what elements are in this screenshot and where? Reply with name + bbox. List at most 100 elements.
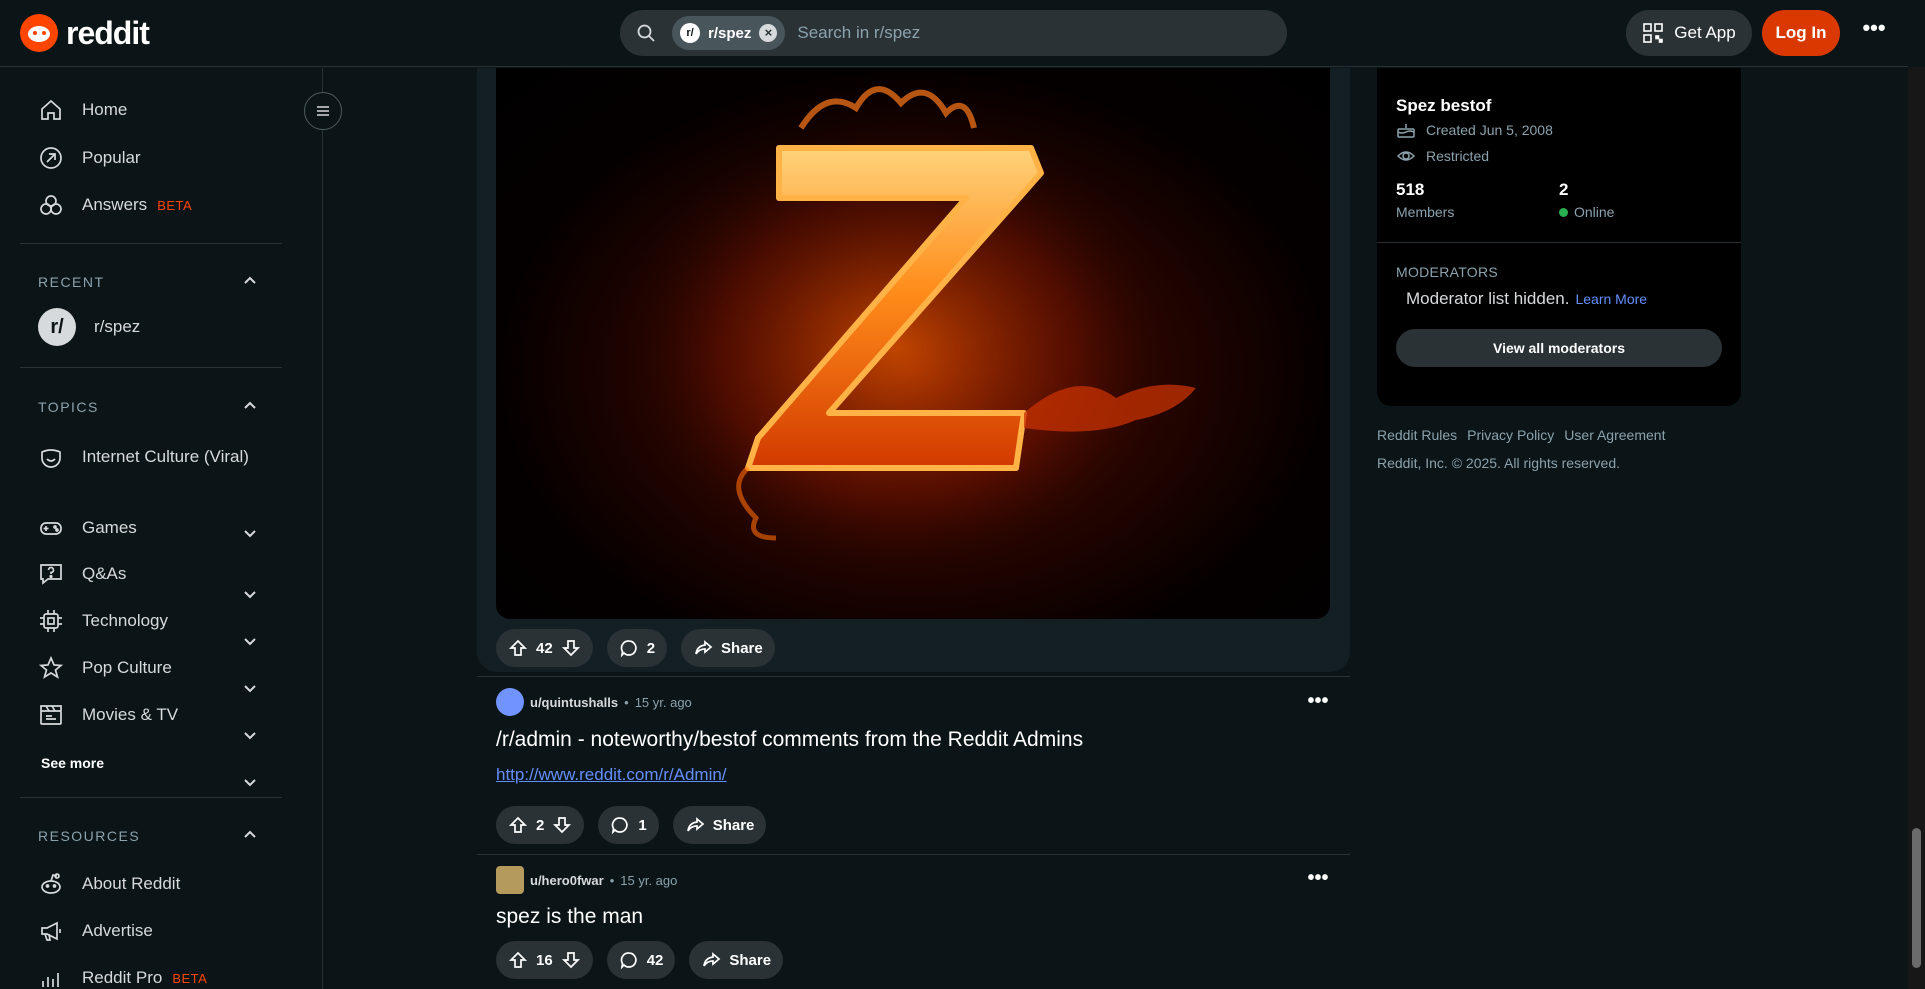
post-title[interactable]: /r/admin - noteworthy/bestof comments fr… [496, 728, 1083, 752]
meta-separator: • [609, 872, 615, 888]
share-label: Share [712, 816, 755, 834]
created-date: Created Jun 5, 2008 [1426, 122, 1553, 138]
resource-advertise[interactable]: Advertise [38, 918, 278, 944]
reddit-logo[interactable]: reddit [20, 14, 150, 52]
post-actions: 42 2 Share [496, 629, 775, 667]
search-bar[interactable]: r/ r/spez × [620, 10, 1287, 56]
reddit-snoo-icon [20, 14, 58, 52]
recent-item-spez[interactable]: r/ r/spez [38, 308, 278, 346]
learn-more-link[interactable]: Learn More [1575, 291, 1647, 307]
topic-games[interactable]: Games [38, 515, 278, 541]
logo-text: reddit [66, 14, 150, 51]
downvote-icon[interactable] [552, 815, 572, 835]
comments-button[interactable]: 42 [606, 941, 676, 979]
nav-popular-label: Popular [82, 148, 141, 167]
footer-link-privacy[interactable]: Privacy Policy [1467, 427, 1554, 443]
post-image[interactable] [496, 68, 1330, 619]
cake-icon [1397, 124, 1415, 138]
upvote-icon[interactable] [508, 815, 528, 835]
chevron-up-icon[interactable] [242, 827, 258, 843]
search-input[interactable] [797, 23, 1238, 43]
meta-separator: • [624, 694, 629, 710]
clear-scope-icon[interactable]: × [759, 24, 778, 42]
share-button[interactable]: Share [672, 806, 767, 844]
chevron-down-icon[interactable] [242, 680, 258, 696]
nav-home[interactable]: Home [38, 97, 278, 123]
post-time: 15 yr. ago [620, 872, 678, 888]
topics-section-title[interactable]: TOPICS [38, 399, 99, 415]
avatar[interactable] [496, 866, 524, 894]
login-button[interactable]: Log In [1762, 10, 1840, 56]
resources-section-title[interactable]: RESOURCES [38, 828, 140, 844]
share-icon [695, 640, 713, 655]
chevron-down-icon[interactable] [242, 774, 258, 790]
post-link[interactable]: http://www.reddit.com/r/Admin/ [496, 765, 727, 785]
topic-movies-tv[interactable]: Movies & TV [38, 702, 278, 728]
post-actions: 16 42 Share [496, 941, 784, 979]
post-title[interactable]: spez is the man [496, 905, 643, 929]
topic-technology[interactable]: Technology [38, 608, 278, 634]
upvote-icon[interactable] [508, 950, 528, 970]
online-status-dot [1559, 207, 1568, 217]
view-all-moderators-button[interactable]: View all moderators [1396, 329, 1722, 367]
community-name: Spez bestof [1396, 96, 1492, 115]
moderators-title: MODERATORS [1396, 264, 1499, 280]
community-status: Restricted [1426, 148, 1490, 164]
chevron-down-icon[interactable] [242, 727, 258, 743]
vote-pill: 2 [496, 806, 585, 844]
topic-internet-culture[interactable]: Internet Culture (Viral) [38, 444, 258, 470]
post-more-icon[interactable]: ••• [1306, 868, 1330, 895]
nav-answers[interactable]: Answers BETA [38, 192, 278, 218]
search-scope-chip[interactable]: r/ r/spez × [672, 16, 786, 50]
footer-link-rules[interactable]: Reddit Rules [1377, 427, 1457, 443]
post-author[interactable]: u/quintushalls [530, 695, 618, 710]
top-header: reddit r/ r/spez × Get App Log In ••• [0, 0, 1908, 67]
search-scope-label: r/spez [708, 24, 752, 42]
post-divider [477, 854, 1350, 855]
resource-reddit-pro[interactable]: Reddit Pro BETA [38, 965, 278, 989]
left-sidebar: Home Popular Answers BETA RECENT r/ r/spe… [0, 68, 323, 989]
post-time: 15 yr. ago [634, 694, 692, 710]
downvote-icon[interactable] [561, 638, 581, 658]
reddit-icon [41, 873, 61, 894]
resource-label: Advertise [82, 921, 153, 940]
post-meta: u/quintushalls • 15 yr. ago [496, 688, 692, 716]
topic-label: Games [82, 518, 137, 537]
scrollbar-thumb[interactable] [1912, 828, 1921, 968]
comments-button[interactable]: 1 [598, 806, 659, 844]
clapper-icon [40, 705, 62, 725]
more-options-icon[interactable]: ••• [1858, 17, 1890, 49]
get-app-button[interactable]: Get App [1626, 10, 1752, 56]
chevron-up-icon[interactable] [242, 273, 258, 289]
comments-button[interactable]: 2 [606, 629, 668, 667]
see-more-button[interactable]: See more [41, 755, 104, 771]
nav-popular[interactable]: Popular [38, 145, 278, 171]
chevron-down-icon[interactable] [242, 633, 258, 649]
nav-answers-label: Answers [82, 195, 148, 214]
topic-qandas[interactable]: Q&As [38, 561, 278, 587]
resource-label: Reddit Pro [82, 968, 163, 987]
collapse-sidebar-button[interactable] [304, 92, 342, 130]
nav-home-label: Home [82, 100, 128, 119]
footer-link-agreement[interactable]: User Agreement [1564, 427, 1665, 443]
post-actions: 2 1 Share [496, 806, 767, 844]
upvote-icon[interactable] [508, 638, 528, 658]
sidebar-divider [20, 367, 282, 368]
post-more-icon[interactable]: ••• [1306, 691, 1330, 718]
recent-section-title[interactable]: RECENT [38, 274, 105, 290]
topic-pop-culture[interactable]: Pop Culture [38, 655, 278, 681]
comment-icon [612, 817, 629, 835]
chevron-up-icon[interactable] [242, 398, 258, 414]
avatar[interactable] [496, 688, 524, 716]
post-author[interactable]: u/hero0fwar [530, 873, 604, 888]
vote-pill: 42 [496, 629, 593, 667]
chevron-down-icon[interactable] [242, 586, 258, 602]
downvote-icon[interactable] [561, 950, 581, 970]
share-button[interactable]: Share [689, 941, 784, 979]
footer-links: Reddit Rules Privacy Policy User Agreeme… [1377, 427, 1665, 443]
chip-icon [40, 610, 62, 632]
sidebar-divider [20, 797, 282, 798]
share-button[interactable]: Share [681, 629, 775, 667]
resource-about-reddit[interactable]: About Reddit [38, 871, 278, 897]
vote-count: 42 [536, 639, 553, 657]
